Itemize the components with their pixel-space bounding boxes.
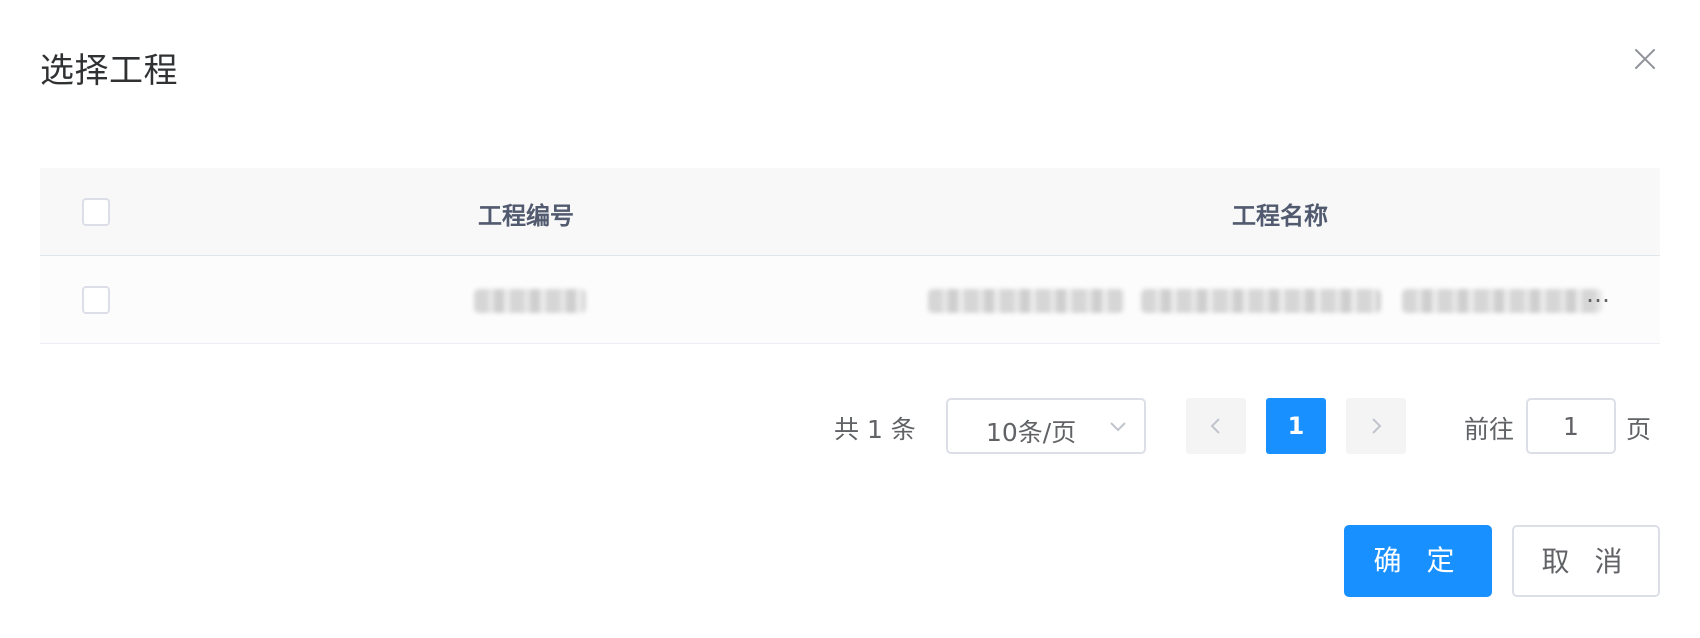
project-table: 工程编号 工程名称 … (40, 168, 1660, 344)
total-count: 共 1 条 (834, 415, 916, 444)
redacted-project-name-part (1141, 289, 1381, 313)
column-header-project-name: 工程名称 (1232, 202, 1328, 230)
next-page-button[interactable] (1346, 398, 1406, 454)
name-truncation-ellipsis: … (1586, 280, 1610, 308)
page-number-1[interactable]: 1 (1266, 398, 1326, 454)
close-icon[interactable] (1630, 44, 1660, 74)
goto-suffix: 页 (1626, 415, 1652, 444)
project-code-cell (474, 288, 586, 313)
redacted-project-code (474, 289, 586, 313)
cancel-button[interactable]: 取 消 (1512, 525, 1660, 597)
redacted-project-name-part (928, 289, 1124, 313)
column-header-project-code: 工程编号 (478, 202, 574, 230)
prev-page-button[interactable] (1186, 398, 1246, 454)
chevron-left-icon (1210, 418, 1220, 434)
table-row[interactable]: … (40, 256, 1660, 344)
redacted-project-name-part (1402, 289, 1602, 313)
chevron-down-icon (1110, 422, 1126, 432)
page-size-select[interactable]: 10条/页 (946, 398, 1146, 454)
page-size-value: 10条/页 (986, 418, 1077, 447)
select-all-checkbox[interactable] (82, 198, 110, 226)
dialog-title: 选择工程 (40, 51, 178, 91)
chevron-right-icon (1372, 418, 1382, 434)
confirm-button[interactable]: 确 定 (1344, 525, 1492, 597)
project-name-cell (928, 288, 1602, 313)
select-project-dialog: 选择工程 工程编号 工程名称 … 共 1 条 10条/页 1 前往 1 页 确 … (0, 0, 1700, 638)
goto-label: 前往 (1464, 415, 1515, 444)
table-header: 工程编号 工程名称 (40, 168, 1660, 256)
row-checkbox[interactable] (82, 286, 110, 314)
goto-page-input[interactable] (1526, 398, 1616, 454)
